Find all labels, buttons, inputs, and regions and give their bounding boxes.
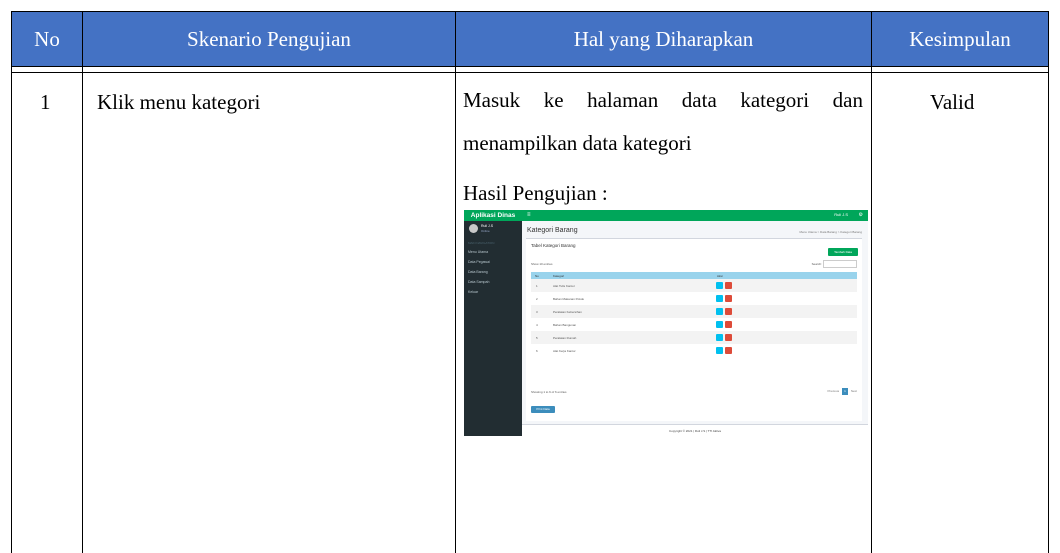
result-screenshot: Aplikasi Dinas ≡ Ruli J.S ⚙ Ruli J.S Onl… bbox=[464, 210, 868, 436]
row-harapan-line2: menampilkan data kategori bbox=[463, 131, 692, 155]
table-row: 6 Alat Kerja Kantor bbox=[531, 344, 857, 357]
col-kategori: Kategori bbox=[553, 274, 565, 278]
table-row: 3 Peralatan Kebersihan bbox=[531, 305, 857, 318]
delete-button bbox=[725, 334, 732, 341]
sidebar-user-name: Ruli J.S bbox=[481, 224, 494, 228]
edit-button bbox=[716, 347, 723, 354]
add-data-button: Tambah Data bbox=[828, 248, 858, 256]
table-border-col3 bbox=[871, 11, 872, 553]
table-row: 4 Bahan Bangunan bbox=[531, 318, 857, 331]
header-no: No bbox=[12, 12, 82, 66]
cell-kategori: Peralatan Rumah bbox=[553, 336, 577, 340]
pager-next: Next bbox=[850, 389, 857, 393]
search-label: Search: bbox=[811, 262, 822, 266]
pager-prev: Previous bbox=[827, 389, 840, 393]
sidebar-item-menu-utama: Menu Utama bbox=[468, 250, 489, 254]
table-border-row-top bbox=[11, 72, 1049, 73]
nav-header: MAIN NAVIGATION bbox=[468, 241, 495, 245]
table-border-header-bottom bbox=[11, 66, 1049, 67]
page-title: Kategori Barang bbox=[527, 227, 578, 234]
cell-kategori: Peralatan Kebersihan bbox=[553, 310, 582, 314]
header-kesimpulan: Kesimpulan bbox=[872, 12, 1048, 66]
pager-page: 1 bbox=[841, 388, 848, 395]
row-no: 1 bbox=[40, 90, 51, 114]
print-button: Print Data bbox=[531, 406, 555, 413]
delete-button bbox=[725, 295, 732, 302]
delete-button bbox=[725, 308, 732, 315]
show-entries: Show 10 entries bbox=[531, 262, 553, 266]
content-box: Tabel Kategori Barang Tambah Data Show 1… bbox=[526, 238, 862, 421]
edit-button bbox=[716, 321, 723, 328]
col-aksi: Aksi bbox=[717, 274, 723, 278]
table-border-col2 bbox=[455, 11, 456, 553]
cell-kategori: Alat Tulis Kantor bbox=[553, 284, 575, 288]
sidebar-user-status: Online bbox=[481, 229, 490, 233]
cell-no: 5 bbox=[536, 336, 538, 340]
row-hasil-label: Hasil Pengujian : bbox=[463, 181, 608, 205]
sidebar-item-data-pegawai: Data Pegawai bbox=[468, 260, 490, 264]
row-harapan-line1: Masuk ke halaman data kategori dan bbox=[463, 88, 863, 112]
table-border-left bbox=[11, 11, 12, 553]
table-row: 2 Bahan Makanan Pokok bbox=[531, 292, 857, 305]
edit-button bbox=[716, 308, 723, 315]
cell-no: 1 bbox=[536, 284, 538, 288]
table-row: 1 Alat Tulis Kantor bbox=[531, 279, 857, 292]
cell-kategori: Alat Kerja Kantor bbox=[553, 349, 576, 353]
table-border-right bbox=[1048, 11, 1049, 553]
table-row: 5 Peralatan Rumah bbox=[531, 331, 857, 344]
table-border-top bbox=[11, 11, 1049, 12]
table-border-col1 bbox=[82, 11, 83, 553]
menu-toggle-icon: ≡ bbox=[527, 212, 531, 218]
box-title: Tabel Kategori Barang bbox=[531, 243, 576, 248]
edit-button bbox=[716, 295, 723, 302]
cell-no: 2 bbox=[536, 297, 538, 301]
delete-button bbox=[725, 347, 732, 354]
avatar bbox=[469, 224, 478, 233]
app-brand: Aplikasi Dinas bbox=[464, 210, 522, 221]
showing-info: Showing 1 to 6 of 6 entries bbox=[531, 390, 567, 394]
gear-icon: ⚙ bbox=[858, 212, 863, 218]
cell-no: 4 bbox=[536, 323, 538, 327]
cell-no: 3 bbox=[536, 310, 538, 314]
sidebar-item-data-barang: Data Barang bbox=[468, 270, 488, 274]
row-skenario: Klik menu kategori bbox=[97, 90, 261, 114]
sidebar-item-keluar: Keluar bbox=[468, 290, 479, 294]
delete-button bbox=[725, 282, 732, 289]
table-header: No Kategori Aksi bbox=[531, 272, 857, 279]
breadcrumb: Menu Utama > Data Barang > Kategori Bara… bbox=[799, 230, 862, 234]
search-input bbox=[823, 260, 857, 268]
cell-no: 6 bbox=[536, 349, 538, 353]
col-no: No bbox=[535, 274, 539, 278]
sidebar-item-data-sampah: Data Sampah bbox=[468, 280, 490, 284]
pagination: Previous 1 Next bbox=[827, 388, 857, 395]
header-skenario: Skenario Pengujian bbox=[83, 12, 455, 66]
edit-button bbox=[716, 334, 723, 341]
header-harapan: Hal yang Diharapkan bbox=[456, 12, 871, 66]
row-kesimpulan: Valid bbox=[930, 90, 975, 114]
cell-kategori: Bahan Makanan Pokok bbox=[553, 297, 585, 301]
topbar-user: Ruli J.S bbox=[834, 212, 848, 217]
test-table: No Skenario Pengujian Hal yang Diharapka… bbox=[0, 0, 1060, 553]
app-topbar: ≡ Ruli J.S ⚙ bbox=[522, 210, 868, 221]
app-brand-text: Aplikasi Dinas bbox=[470, 212, 516, 219]
app-footer: Copyright © 2021 | Ruli J.S | TTI Aktiva bbox=[522, 424, 868, 436]
cell-kategori: Bahan Bangunan bbox=[553, 323, 577, 327]
delete-button bbox=[725, 321, 732, 328]
edit-button bbox=[716, 282, 723, 289]
